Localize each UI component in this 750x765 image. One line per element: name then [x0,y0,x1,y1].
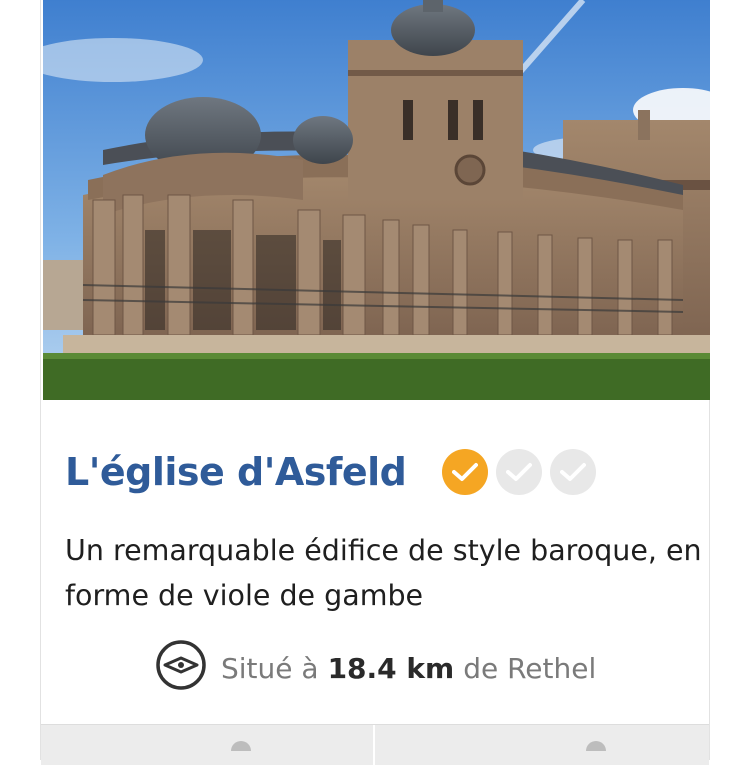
checkmark-icon[interactable] [550,449,597,495]
compass-icon [155,639,207,698]
distance-prefix: Situé à [221,651,319,685]
title-row: L'église d'Asfeld [65,444,597,500]
church-photo-illustration [43,0,710,400]
visit-check-group [442,449,597,495]
place-description: Un remarquable édifice de style baroque,… [65,534,702,612]
place-photo[interactable] [43,0,710,400]
place-card[interactable]: L'église d'Asfeld Un remarquable édifice… [40,0,710,765]
distance-value: 18.4 km [327,651,455,685]
checkmark-icon[interactable] [496,449,543,495]
action-divider [373,725,375,765]
distance-city: de Rethel [463,651,597,685]
action-bar [41,724,709,765]
distance-row: Situé à 18.4 km de Rethel [155,639,597,694]
place-title: L'église d'Asfeld [65,450,407,494]
checkmark-icon[interactable] [442,449,489,495]
